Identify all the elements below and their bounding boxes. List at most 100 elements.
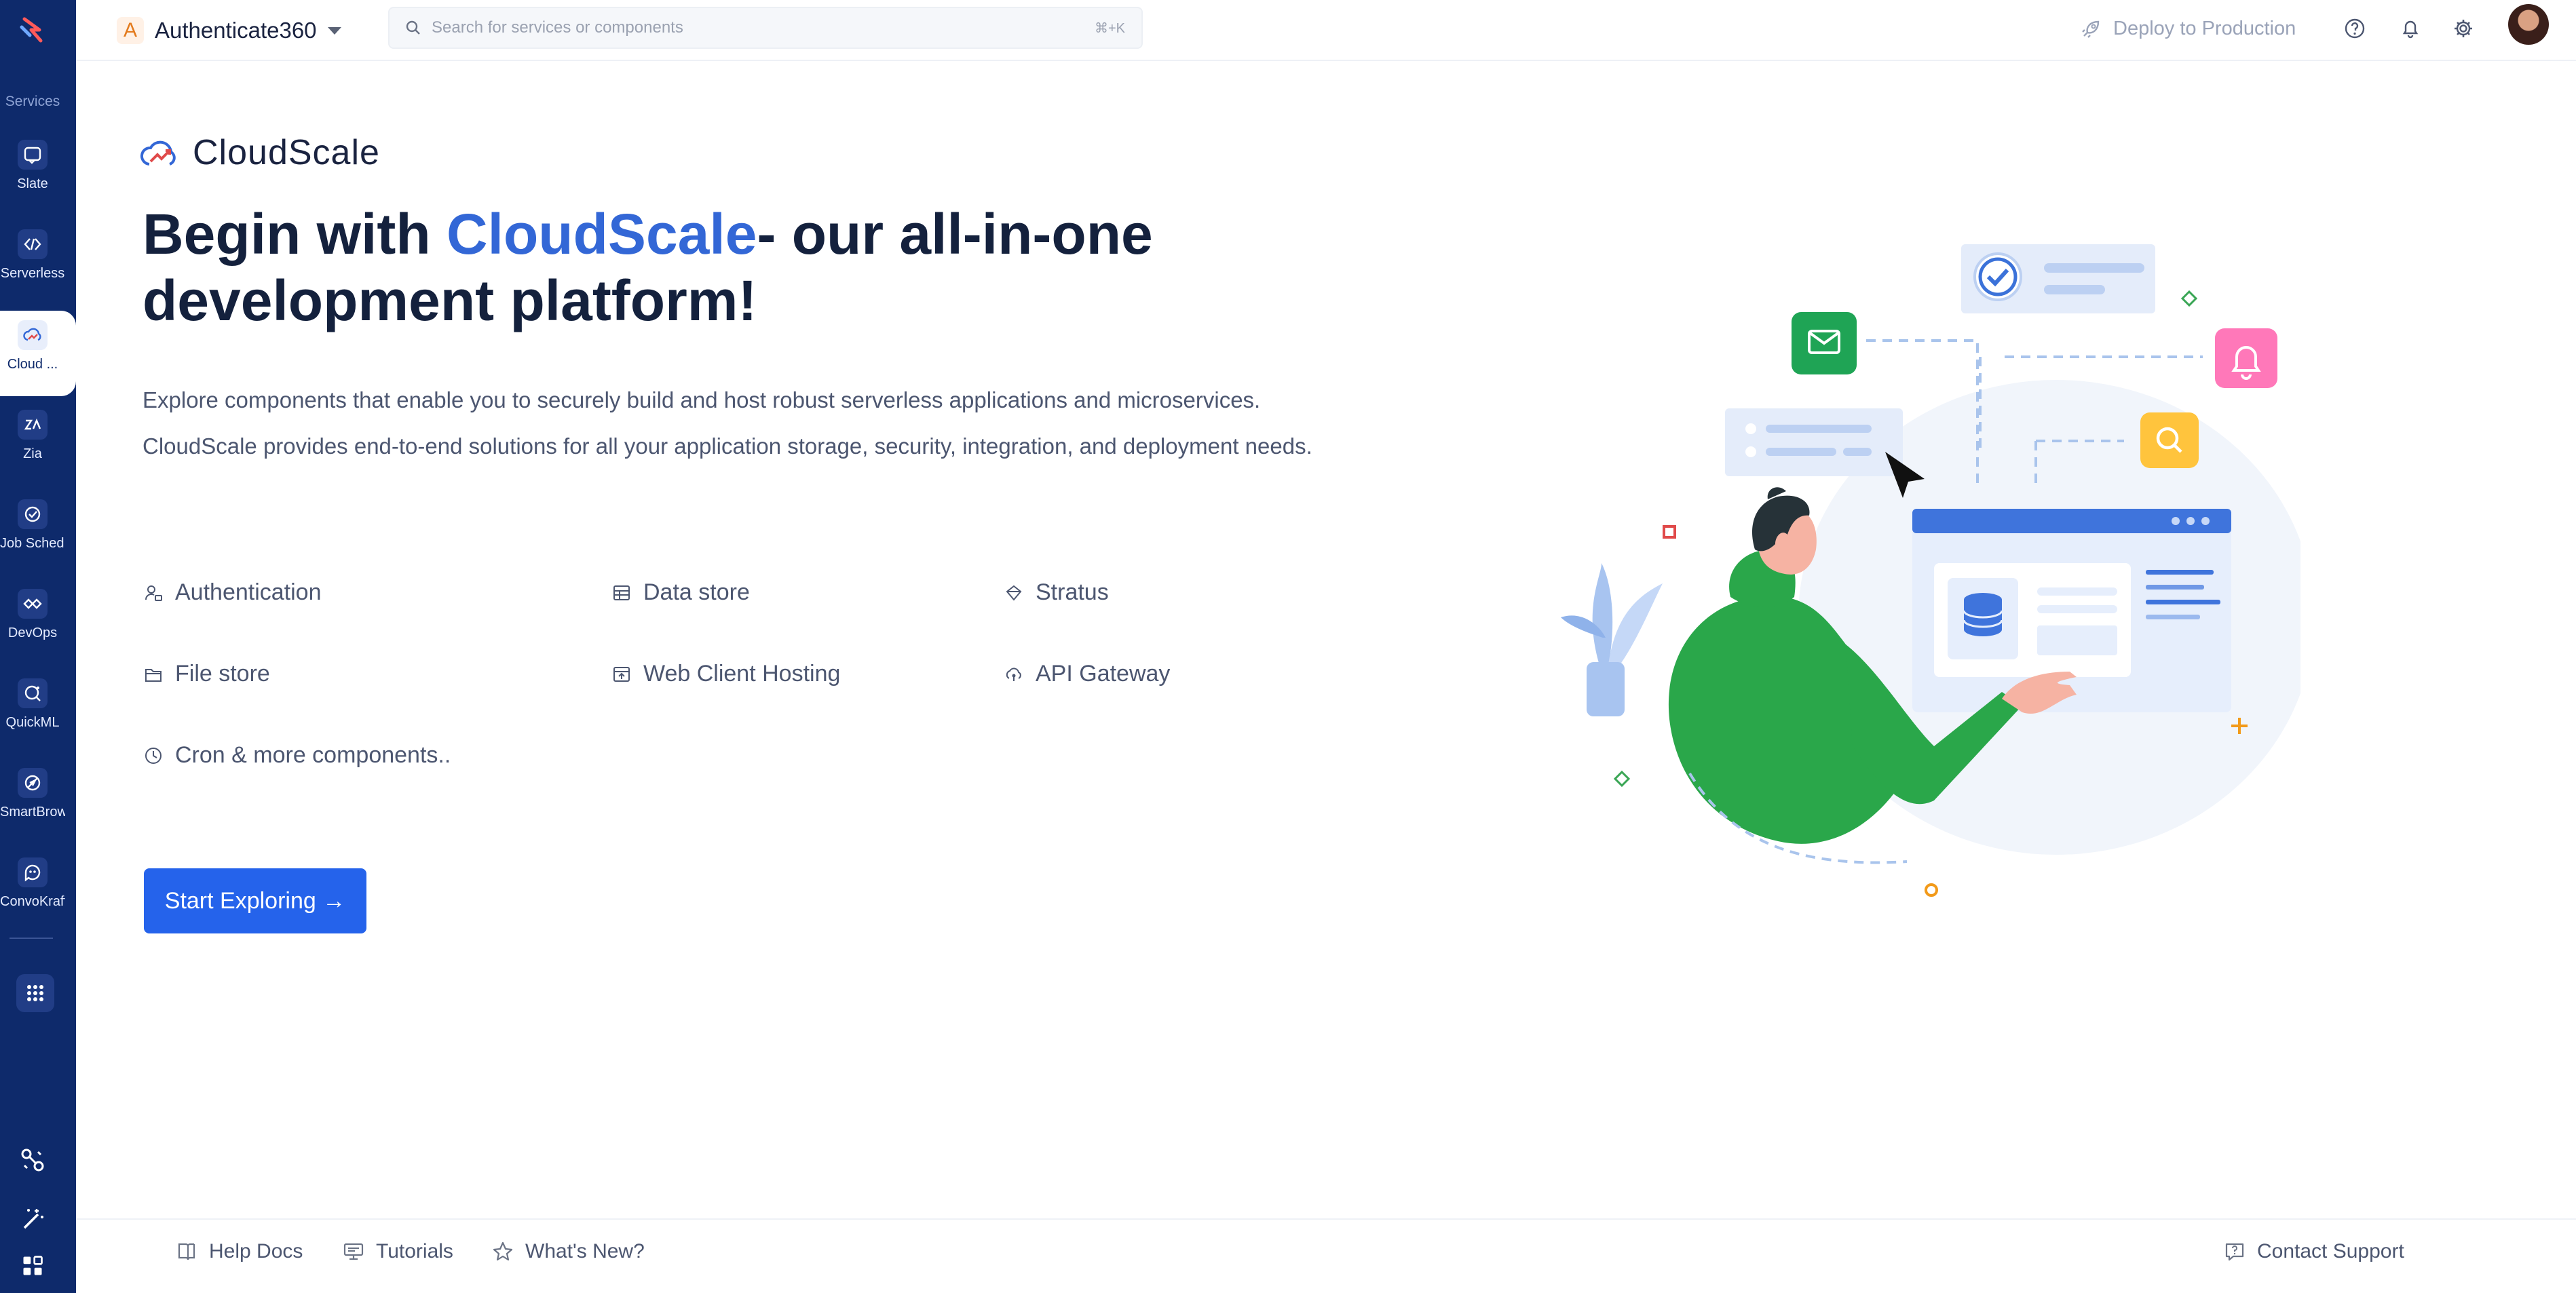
- serverless-icon: [18, 229, 48, 259]
- quickml-icon: [18, 678, 48, 708]
- bell-tile-icon: [2215, 328, 2277, 388]
- sparkle-square-icon: [1663, 525, 1676, 539]
- sidebar-item-quickml[interactable]: QuickML: [0, 669, 65, 754]
- all-apps-grid-icon[interactable]: [16, 974, 54, 1012]
- job-scheduling-icon: [18, 499, 48, 529]
- deploy-label: Deploy to Production: [2113, 17, 2296, 39]
- project-initial-badge: A: [117, 17, 144, 44]
- list-card: [1725, 408, 1903, 476]
- help-docs-label: Help Docs: [209, 1240, 303, 1262]
- intro-paragraph: Explore components that enable you to se…: [143, 387, 1312, 459]
- footer: Help Docs Tutorials What's New? Contact …: [76, 1218, 2576, 1293]
- feature-label: Cron & more components..: [175, 742, 451, 768]
- sidebar-item-serverless[interactable]: Serverless: [0, 220, 65, 305]
- sidebar-item-cloudscale[interactable]: Cloud ...: [0, 311, 76, 396]
- caret-down-icon: [327, 26, 341, 35]
- sidebar-item-label: SmartBrowz: [0, 805, 65, 819]
- feature-label: Data store: [643, 579, 750, 605]
- brand-name: CloudScale: [193, 133, 380, 172]
- folder-icon: [145, 668, 162, 682]
- tutorials-label: Tutorials: [376, 1240, 453, 1262]
- cloudscale-icon: [18, 320, 48, 350]
- browser-window: [1912, 509, 2231, 712]
- cloudscale-logo-icon: [140, 140, 176, 166]
- feature-file-store: File store: [144, 661, 270, 687]
- hero-illustration: [1561, 244, 2300, 897]
- feature-cron-more: Cron & more components..: [144, 742, 451, 769]
- feature-label: API Gateway: [1036, 661, 1171, 687]
- deploy-to-production-button[interactable]: Deploy to Production: [2081, 14, 2296, 43]
- help-docs-link[interactable]: Help Docs: [175, 1240, 303, 1263]
- sidebar-item-convokraft[interactable]: ConvoKraft: [0, 848, 65, 933]
- cloudscale-brand: CloudScale: [138, 130, 380, 175]
- feature-data-store: Data store: [612, 579, 750, 606]
- sparkle-diamond-icon: [1613, 770, 1631, 788]
- api-gateway-icon: [1006, 667, 1021, 681]
- feature-authentication: Authentication: [144, 579, 322, 606]
- star-icon: [493, 1241, 513, 1261]
- sidebar-item-label: Serverless: [0, 266, 65, 281]
- start-exploring-button[interactable]: Start Exploring →: [144, 868, 366, 933]
- contact-support-label: Contact Support: [2257, 1240, 2404, 1262]
- project-name: Authenticate360: [155, 18, 317, 43]
- mail-tile-icon: [1792, 312, 1857, 374]
- feature-api-gateway: API Gateway: [1004, 661, 1170, 687]
- user-avatar[interactable]: [2508, 4, 2549, 45]
- smartbrowz-icon: [18, 768, 48, 798]
- convokraft-icon: [18, 857, 48, 887]
- devops-icon: [18, 589, 48, 619]
- feature-label: File store: [175, 661, 270, 687]
- rocket-icon: [2082, 20, 2100, 38]
- sparkle-circle-icon: [1925, 883, 1938, 897]
- sidebar-item-devops[interactable]: DevOps: [0, 579, 65, 665]
- plant-illustration: [1561, 563, 1663, 716]
- whats-new-link[interactable]: What's New?: [491, 1240, 645, 1263]
- catalyst-logo-icon[interactable]: [15, 12, 50, 47]
- checklist-card: [1961, 244, 2155, 313]
- headline-prefix: Begin with: [143, 202, 447, 266]
- search-shortcut: ⌘+K: [1094, 20, 1125, 36]
- integrations-icon[interactable]: [15, 1142, 50, 1178]
- user-lock-icon: [145, 585, 162, 601]
- search-bar[interactable]: ⌘+K: [388, 7, 1143, 49]
- sidebar-item-job-scheduling[interactable]: Job Sched...: [0, 490, 65, 575]
- sidebar-item-label: Zia: [23, 446, 42, 461]
- feature-web-client-hosting: Web Client Hosting: [612, 661, 840, 687]
- sidebar-divider: [10, 938, 53, 939]
- web-hosting-icon: [613, 666, 630, 682]
- slate-icon: [18, 140, 48, 170]
- widgets-icon[interactable]: [15, 1248, 50, 1284]
- stratus-icon: [1006, 585, 1022, 601]
- clock-icon: [145, 747, 162, 764]
- search-input[interactable]: [432, 18, 1095, 37]
- sidebar-item-smartbrowz[interactable]: SmartBrowz: [0, 758, 65, 844]
- top-bar: A Authenticate360 ⌘+K Deploy to Producti…: [76, 0, 2576, 61]
- sidebar-item-label: DevOps: [7, 625, 58, 640]
- sidebar-item-slate[interactable]: Slate: [0, 130, 65, 216]
- book-icon: [178, 1243, 195, 1260]
- tutorials-link[interactable]: Tutorials: [342, 1240, 453, 1263]
- feature-stratus: Stratus: [1004, 579, 1109, 606]
- headline-brand-highlight: CloudScale: [446, 202, 757, 266]
- presentation-icon: [343, 1243, 364, 1260]
- feature-label: Web Client Hosting: [643, 661, 841, 687]
- project-selector[interactable]: A Authenticate360: [117, 14, 341, 47]
- sidebar: Services Slate Serverless Cloud ... Zia …: [0, 0, 76, 1293]
- sparkle-diamond-icon: [2180, 290, 2198, 307]
- feature-label: Authentication: [175, 579, 322, 605]
- sidebar-section-label: Services: [5, 94, 60, 109]
- bell-icon[interactable]: [2395, 14, 2425, 43]
- settings-icon[interactable]: [2448, 14, 2478, 43]
- help-icon[interactable]: [2340, 14, 2370, 43]
- sidebar-item-label: Job Sched...: [0, 536, 65, 551]
- sidebar-item-zia[interactable]: Zia: [0, 400, 65, 486]
- magic-wand-icon[interactable]: [15, 1201, 50, 1236]
- sidebar-item-label: ConvoKraft: [0, 894, 65, 909]
- zia-icon: [18, 410, 48, 440]
- sidebar-item-label: QuickML: [5, 715, 60, 730]
- sidebar-item-label: Cloud ...: [7, 357, 58, 372]
- feature-label: Stratus: [1036, 579, 1109, 605]
- sidebar-item-label: Slate: [17, 176, 48, 191]
- contact-support-link[interactable]: Contact Support: [2223, 1240, 2404, 1263]
- whats-new-label: What's New?: [525, 1240, 645, 1262]
